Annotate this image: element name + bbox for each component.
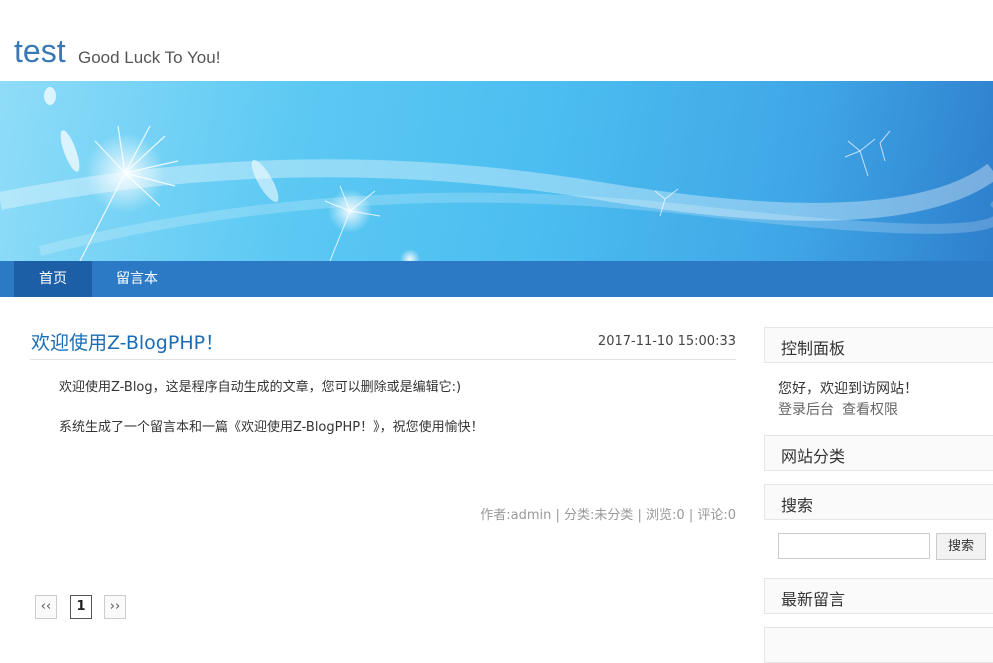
post-paragraph: 欢迎使用Z-Blog，这是程序自动生成的文章，您可以删除或是编辑它:) xyxy=(59,380,462,395)
site-subtitle: Good Luck To You! xyxy=(78,48,221,67)
sidebar-next-section xyxy=(764,627,993,663)
sidebar-search: 搜索 xyxy=(764,484,993,520)
post-paragraph: 系统生成了一个留言本和一篇《欢迎使用Z-BlogPHP！》，祝您使用愉快！ xyxy=(59,420,484,435)
pagination-page-1[interactable]: 1 xyxy=(70,595,92,619)
site-title[interactable]: test xyxy=(14,33,66,70)
search-button[interactable]: 搜索 xyxy=(936,533,986,560)
post-date: 2017-11-10 15:00:33 xyxy=(597,334,736,349)
sidebar-categories: 网站分类 xyxy=(764,435,993,471)
nav-item-guestbook[interactable]: 留言本 xyxy=(100,261,174,297)
header-banner xyxy=(0,81,993,261)
sidebar-recent-comments: 最新留言 xyxy=(764,578,993,614)
dandelion-illustration xyxy=(0,87,993,261)
sidebar-control-panel: 控制面板 xyxy=(764,327,993,363)
post-title-link[interactable]: 欢迎使用Z-BlogPHP！ xyxy=(31,328,224,355)
nav-item-home[interactable]: 首页 xyxy=(14,261,92,297)
post-divider xyxy=(30,359,736,360)
pagination-prev-button[interactable]: ‹‹ xyxy=(35,595,57,619)
search-input[interactable] xyxy=(778,533,930,559)
permissions-link[interactable]: 查看权限 xyxy=(842,399,898,419)
login-link[interactable]: 登录后台 xyxy=(778,399,834,419)
sidebar-greeting: 您好，欢迎到访网站！ xyxy=(778,381,918,397)
sidebar-heading: 最新留言 xyxy=(781,590,846,609)
post-meta: 作者:admin | 分类:未分类 | 浏览:0 | 评论:0 xyxy=(480,508,736,523)
sidebar-heading: 控制面板 xyxy=(781,339,846,358)
pagination-next-button[interactable]: ›› xyxy=(104,595,126,619)
sidebar-heading: 网站分类 xyxy=(781,447,846,466)
main-nav: 首页 留言本 xyxy=(0,261,993,297)
sidebar-heading: 搜索 xyxy=(781,496,814,515)
